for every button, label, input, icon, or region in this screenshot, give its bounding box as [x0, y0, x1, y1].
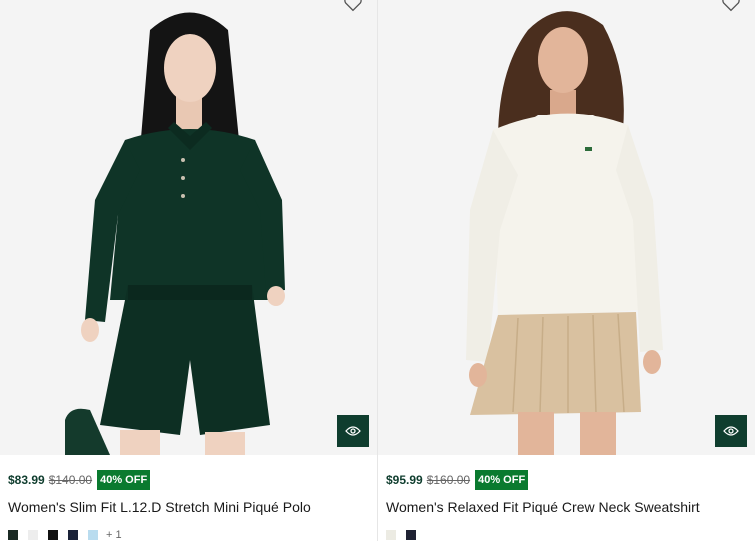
quick-view-button[interactable] [715, 415, 747, 447]
eye-icon [723, 426, 739, 436]
color-swatch[interactable] [68, 530, 78, 540]
product-info: $83.99 $140.00 40% OFF Women's Slim Fit … [0, 469, 377, 541]
product-grid: $83.99 $140.00 40% OFF Women's Slim Fit … [0, 0, 755, 541]
product-photo [378, 0, 755, 455]
quick-view-button[interactable] [337, 415, 369, 447]
color-swatch[interactable] [48, 530, 58, 540]
product-card[interactable]: $95.99 $160.00 40% OFF Women's Relaxed F… [377, 0, 755, 541]
product-card[interactable]: $83.99 $140.00 40% OFF Women's Slim Fit … [0, 0, 377, 541]
product-title[interactable]: Women's Relaxed Fit Piqué Crew Neck Swea… [386, 499, 747, 515]
original-price: $160.00 [426, 473, 471, 487]
price-row: $83.99 $140.00 40% OFF [8, 469, 369, 491]
discount-badge: 40% OFF [475, 470, 529, 490]
product-info: $95.99 $160.00 40% OFF Women's Relaxed F… [378, 469, 755, 541]
color-swatches [386, 528, 747, 541]
color-swatch[interactable] [406, 530, 416, 540]
product-image[interactable] [0, 0, 377, 455]
sale-price: $95.99 [386, 473, 423, 487]
product-title[interactable]: Women's Slim Fit L.12.D Stretch Mini Piq… [8, 499, 369, 515]
price-row: $95.99 $160.00 40% OFF [386, 469, 747, 491]
color-swatch[interactable] [28, 530, 38, 540]
color-swatches: + 1 [8, 528, 369, 541]
original-price: $140.00 [48, 473, 93, 487]
color-swatch[interactable] [88, 530, 98, 540]
color-swatch[interactable] [8, 530, 18, 540]
color-swatch[interactable] [386, 530, 396, 540]
heart-icon[interactable] [721, 0, 741, 12]
eye-icon [345, 426, 361, 436]
more-colors-count[interactable]: + 1 [106, 529, 122, 541]
sale-price: $83.99 [8, 473, 45, 487]
product-image[interactable] [378, 0, 755, 455]
product-photo [0, 0, 377, 455]
discount-badge: 40% OFF [97, 470, 151, 490]
heart-icon[interactable] [343, 0, 363, 12]
